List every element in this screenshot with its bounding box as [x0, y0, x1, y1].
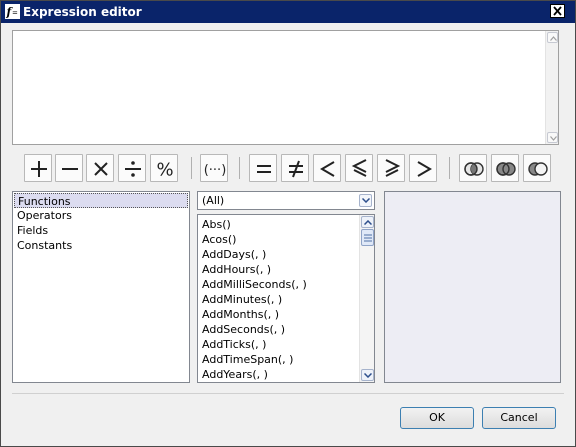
scroll-up-button[interactable]	[361, 216, 374, 228]
scroll-down-icon	[550, 136, 557, 141]
not-equals-button[interactable]	[281, 154, 309, 182]
parentheses-button[interactable]: (···)	[200, 154, 228, 182]
function-item[interactable]: AddMinutes(, )	[202, 292, 282, 307]
function-item[interactable]: AddSeconds(, )	[202, 322, 285, 337]
not-equals-icon	[289, 160, 303, 178]
toolbar-separator	[239, 157, 240, 179]
category-item-operators[interactable]: Operators	[14, 208, 188, 223]
divide-icon	[125, 161, 141, 177]
less-than-button[interactable]	[313, 154, 341, 182]
ok-button[interactable]: OK	[400, 407, 474, 429]
greater-or-equal-button[interactable]	[377, 154, 405, 182]
footer-divider	[12, 393, 564, 394]
equals-button[interactable]	[249, 154, 277, 182]
category-item-fields[interactable]: Fields	[14, 223, 188, 238]
scroll-thumb[interactable]	[361, 229, 374, 246]
function-item[interactable]: AddHours(, )	[202, 262, 271, 277]
plus-icon	[31, 161, 47, 177]
scroll-up-icon	[364, 220, 372, 225]
function-item[interactable]: AddTicks(, )	[202, 337, 266, 352]
close-icon	[553, 6, 562, 16]
divide-button[interactable]	[118, 154, 146, 182]
svg-text:%: %	[156, 160, 173, 181]
greater-or-equal-icon	[385, 159, 401, 177]
toolbar-separator	[191, 157, 192, 179]
and-icon	[464, 162, 484, 176]
function-item[interactable]: AddMonths(, )	[202, 307, 279, 322]
function-item[interactable]: AddYears(, )	[202, 367, 268, 382]
function-item[interactable]: AddMilliSeconds(, )	[202, 277, 307, 292]
function-list-scrollbar[interactable]	[359, 215, 374, 382]
title-bar: f = Expression editor	[1, 1, 575, 23]
scroll-down-button[interactable]	[547, 132, 558, 143]
window-title: Expression editor	[23, 5, 142, 19]
grip-icon	[364, 234, 372, 242]
less-or-equal-icon	[351, 159, 367, 177]
parentheses-icon: (···)	[204, 163, 227, 178]
function-item[interactable]: AddTimeSpan(, )	[202, 352, 293, 367]
chevron-down-icon	[362, 198, 370, 203]
not-button[interactable]	[523, 154, 551, 182]
function-list[interactable]: Abs() Acos() AddDays(, ) AddHours(, ) Ad…	[197, 214, 375, 383]
editor-scrollbar[interactable]	[545, 31, 558, 144]
function-filter-dropdown[interactable]: (All)	[197, 191, 375, 210]
multiply-icon	[94, 162, 108, 176]
percent-icon: %	[156, 160, 173, 181]
or-button[interactable]	[491, 154, 519, 182]
expression-input[interactable]	[12, 30, 559, 145]
expression-editor-window: f = Expression editor % (···) Functions …	[0, 0, 576, 447]
function-item[interactable]: Abs()	[202, 217, 231, 232]
svg-text:(···): (···)	[204, 163, 227, 178]
category-item-functions[interactable]: Functions	[14, 193, 188, 208]
toolbar-separator	[449, 157, 450, 179]
plus-button[interactable]	[24, 154, 52, 182]
function-filter-value: (All)	[202, 194, 225, 207]
scroll-down-button[interactable]	[361, 369, 374, 381]
minus-icon	[62, 168, 78, 170]
scroll-up-icon	[550, 36, 557, 41]
or-icon	[496, 162, 516, 176]
scroll-down-icon	[364, 373, 372, 378]
dropdown-button[interactable]	[359, 194, 372, 207]
greater-than-icon	[417, 161, 432, 177]
percent-button[interactable]: %	[150, 154, 178, 182]
category-item-constants[interactable]: Constants	[14, 238, 188, 253]
function-item[interactable]: AddDays(, )	[202, 247, 266, 262]
scroll-up-button[interactable]	[547, 32, 558, 43]
equals-icon	[257, 165, 271, 173]
category-list[interactable]: Functions Operators Fields Constants	[12, 191, 190, 383]
function-item[interactable]: Acos()	[202, 232, 236, 247]
cancel-button[interactable]: Cancel	[482, 407, 556, 429]
less-than-icon	[320, 161, 335, 177]
function-icon: f =	[5, 4, 20, 19]
close-button[interactable]	[550, 4, 565, 18]
multiply-button[interactable]	[86, 154, 114, 182]
and-button[interactable]	[459, 154, 487, 182]
not-icon	[528, 162, 548, 176]
greater-than-button[interactable]	[409, 154, 437, 182]
minus-button[interactable]	[55, 154, 83, 182]
less-or-equal-button[interactable]	[345, 154, 373, 182]
svg-text:=: =	[12, 9, 18, 17]
description-panel	[384, 191, 561, 383]
